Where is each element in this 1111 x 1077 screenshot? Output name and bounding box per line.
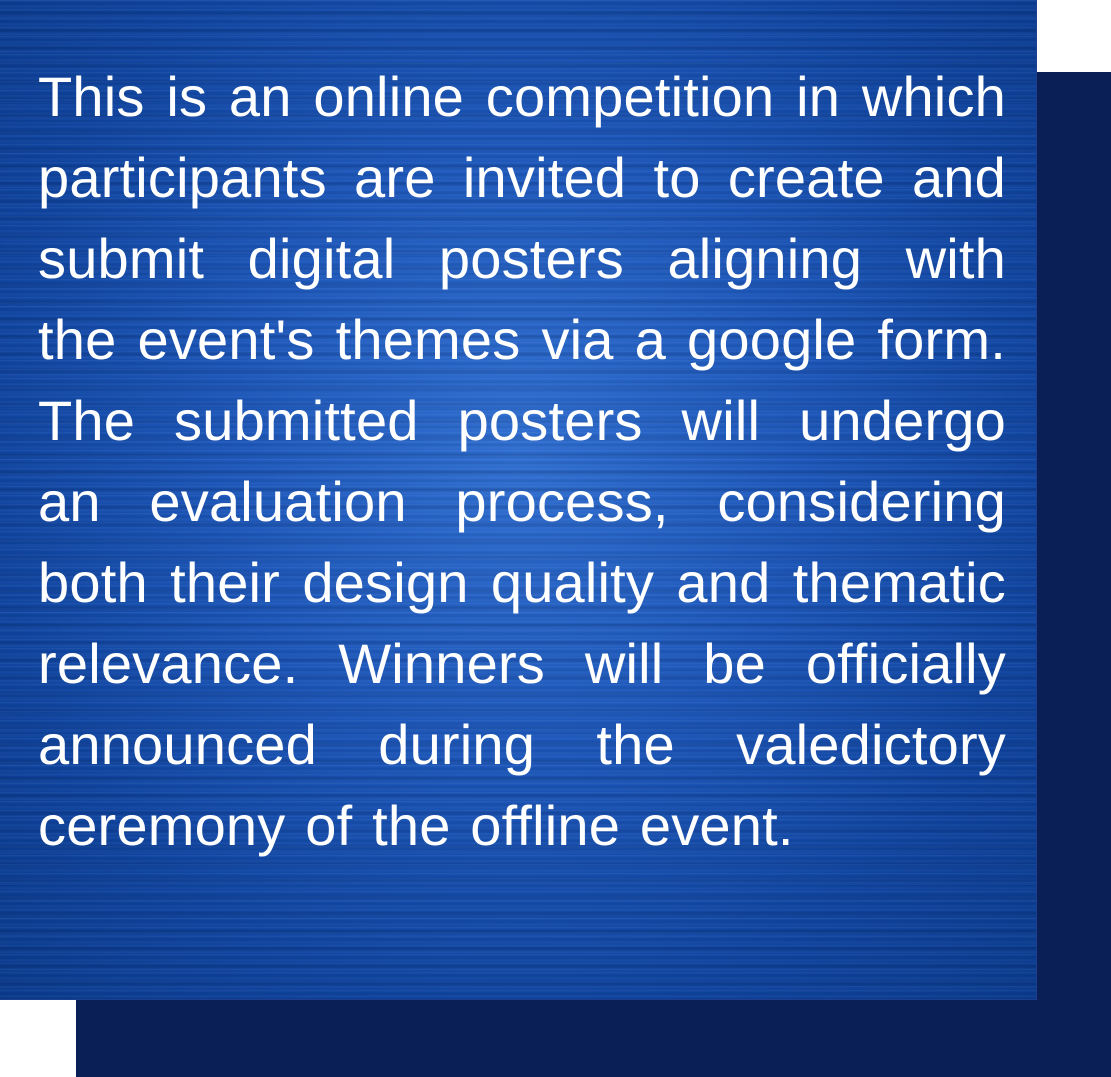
competition-info-graphic: This is an online competition in which p…	[0, 0, 1111, 1077]
description-card: This is an online competition in which p…	[0, 0, 1037, 1000]
description-text: This is an online competition in which p…	[38, 65, 1006, 857]
